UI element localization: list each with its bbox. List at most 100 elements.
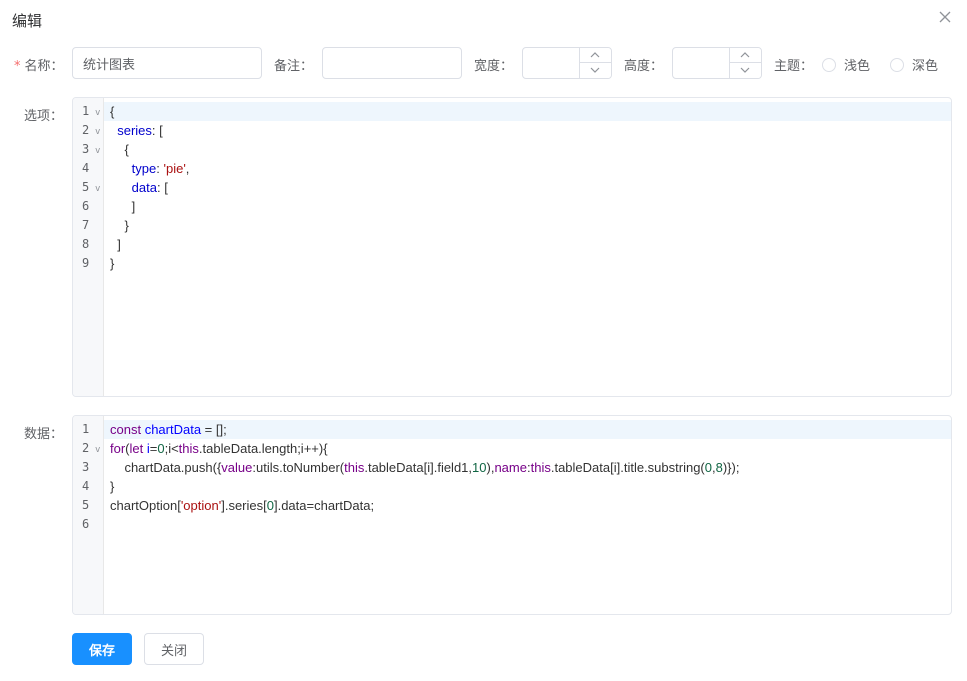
code-line: }	[110, 254, 947, 273]
code-line: const chartData = [];	[110, 420, 947, 439]
code-token: 0	[157, 441, 165, 456]
line-number: 9	[73, 254, 104, 273]
code-line: }	[110, 216, 947, 235]
line-number-text: 9	[82, 256, 90, 270]
theme-light-radio[interactable]: 浅色	[822, 55, 870, 74]
line-number-text: 3	[82, 460, 90, 474]
width-increase-button[interactable]	[580, 48, 611, 63]
code-token: this	[530, 460, 551, 475]
chevron-down-icon	[740, 67, 750, 73]
line-number-text: 6	[82, 199, 90, 213]
theme-dark-radio[interactable]: 深色	[890, 55, 938, 74]
code-token: .tableData[i].field1,	[364, 460, 473, 475]
code-token: }	[110, 479, 115, 494]
remark-label: 备注：	[274, 59, 314, 74]
width-input[interactable]	[523, 48, 579, 78]
height-number-input	[672, 47, 762, 79]
code-token: 'option'	[180, 498, 222, 513]
height-stepper	[729, 48, 761, 78]
code-line: {	[110, 102, 947, 121]
line-number: 1	[73, 420, 104, 439]
options-code-editor[interactable]: 1v2v3v45v6789 { series: [ { type: 'pie',…	[72, 97, 952, 397]
data-label: 数据：	[24, 427, 64, 442]
code-content[interactable]: const chartData = []; for(let i=0;i<this.…	[110, 420, 947, 534]
name-input[interactable]	[72, 47, 262, 79]
remark-input[interactable]	[322, 47, 462, 79]
line-number: 3	[73, 458, 104, 477]
line-number-text: 5	[82, 180, 90, 194]
code-content[interactable]: { series: [ { type: 'pie', data: [ ] } ]…	[110, 102, 947, 273]
code-token: :utils.toNumber(	[252, 460, 345, 475]
radio-circle-icon	[890, 57, 904, 72]
width-decrease-button[interactable]	[580, 63, 611, 78]
code-line: chartOption['option'].series[0].data=cha…	[110, 496, 947, 515]
width-number-input	[522, 47, 612, 79]
code-token: 10	[472, 460, 487, 475]
code-token: ]	[110, 237, 121, 252]
code-token: {	[110, 104, 115, 119]
code-line: type: 'pie',	[110, 159, 947, 178]
theme-label: 主题：	[774, 59, 814, 74]
line-numbers: 1v2v3v 4 5v 6 7 8 9	[73, 102, 104, 273]
code-token: ].data=chartData;	[273, 498, 375, 513]
code-token: this	[178, 441, 199, 456]
code-token: }	[110, 218, 129, 233]
line-number: 2v	[73, 439, 104, 458]
width-stepper	[579, 48, 611, 78]
data-code-editor[interactable]: 12v3456 const chartData = []; for(let i=0…	[72, 415, 952, 615]
required-asterisk: *	[14, 59, 21, 74]
line-number-text: 2	[82, 123, 90, 137]
line-number: 4	[73, 477, 104, 496]
chevron-down-icon	[590, 67, 600, 73]
line-number-text: 3	[82, 142, 90, 156]
line-number-text: 6	[82, 517, 90, 531]
radio-circle-icon	[822, 57, 836, 72]
width-label: 宽度：	[474, 59, 514, 74]
code-token: for	[110, 441, 126, 456]
line-numbers: 1 2v 3 4 5 6	[73, 420, 104, 534]
line-number-text: 4	[82, 161, 90, 175]
chevron-up-icon	[590, 52, 600, 58]
dialog-title: 编辑	[12, 12, 43, 30]
line-number: 2v	[73, 121, 104, 140]
name-label: * 名称：	[14, 55, 64, 74]
height-decrease-button[interactable]	[730, 63, 761, 78]
code-token: let	[129, 441, 147, 456]
code-token: name	[494, 460, 527, 475]
code-token: }	[110, 256, 115, 271]
code-line: ]	[110, 235, 947, 254]
line-number-text: 1	[82, 104, 90, 118]
height-increase-button[interactable]	[730, 48, 761, 63]
code-line: {	[110, 140, 947, 159]
line-number-text: 5	[82, 498, 90, 512]
line-number: 7	[73, 216, 104, 235]
height-input[interactable]	[673, 48, 729, 78]
code-line: series: [	[110, 121, 947, 140]
code-token: ;i<	[164, 441, 179, 456]
line-number: 6	[73, 197, 104, 216]
code-line: data: [	[110, 178, 947, 197]
code-token: type	[131, 161, 157, 176]
close-button[interactable]: 关闭	[144, 633, 204, 665]
line-number: 1v	[73, 102, 104, 121]
code-token: : [	[151, 123, 163, 138]
height-label: 高度：	[624, 59, 664, 74]
name-label-text: 名称：	[24, 59, 64, 74]
line-number-text: 2	[82, 441, 90, 455]
close-icon[interactable]	[937, 9, 953, 25]
line-number: 6	[73, 515, 104, 534]
theme-dark-label: 深色	[912, 59, 939, 74]
code-token: .tableData[i].title.substring(	[550, 460, 705, 475]
code-token: 'pie'	[163, 161, 186, 176]
code-token: data	[131, 180, 157, 195]
code-token: .tableData.length;i++){	[198, 441, 328, 456]
code-token: chartData	[144, 422, 202, 437]
code-token: )});	[722, 460, 740, 475]
code-token: 8	[715, 460, 723, 475]
save-button[interactable]: 保存	[72, 633, 132, 665]
code-token: chartOption[	[110, 498, 181, 513]
options-label: 选项：	[24, 109, 64, 124]
code-token: 0	[266, 498, 274, 513]
